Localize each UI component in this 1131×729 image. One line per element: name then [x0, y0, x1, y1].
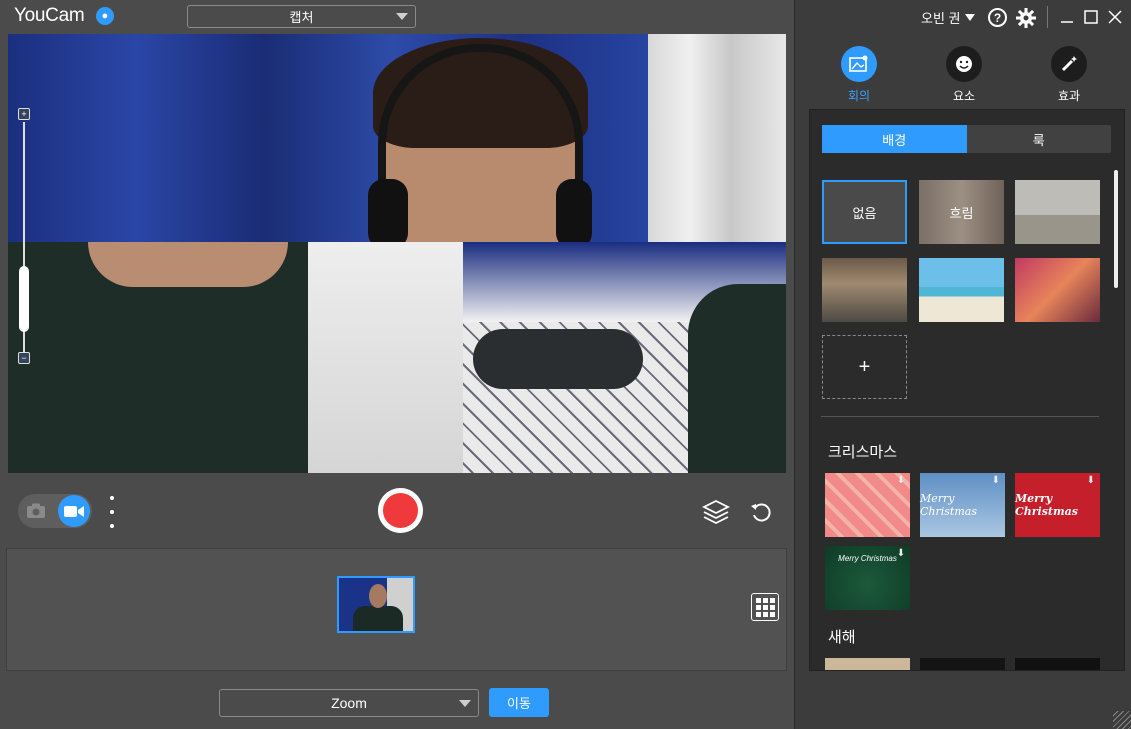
- more-options-icon[interactable]: [108, 496, 116, 528]
- bg-blur[interactable]: 흐림: [919, 180, 1004, 244]
- minimize-icon[interactable]: [1055, 5, 1079, 29]
- panel-tabs: 회의 요소 효과: [795, 44, 1131, 106]
- app-logo: YouCam: [14, 5, 85, 26]
- notification-bell-icon[interactable]: ●: [96, 7, 114, 25]
- toolbar-divider: [1047, 6, 1048, 28]
- zoom-handle[interactable]: [19, 266, 29, 332]
- magic-wand-icon: [1051, 46, 1087, 82]
- record-icon: [383, 493, 418, 528]
- preview-segment-chin: [88, 242, 288, 287]
- download-icon: ⬇: [896, 548, 906, 559]
- capture-mode-value: 캡처: [289, 10, 314, 25]
- tab-meeting-label: 회의: [847, 89, 871, 103]
- christmas-label: Merry Christmas: [838, 554, 897, 563]
- go-button[interactable]: 이동: [489, 688, 549, 717]
- bg-autumn-tree[interactable]: [1015, 258, 1100, 322]
- panel-scrollbar[interactable]: [1114, 170, 1118, 288]
- bg-new-year-3[interactable]: [1015, 658, 1100, 670]
- destination-value: Zoom: [331, 695, 367, 711]
- thumbnail-body: [353, 606, 403, 631]
- bg-christmas-red[interactable]: Merry Christmas ⬇: [1015, 473, 1100, 537]
- resize-grip[interactable]: [1113, 711, 1131, 729]
- youcam-window: YouCam ● 캡처 + − Zoom 이동 오빈 권 ? 회의 요소 효과 …: [0, 0, 1131, 729]
- background-panel: 배경 룩 없음 흐림 + 크리스마스 ⬇ Merry Christmas ⬇ Me…: [809, 109, 1125, 671]
- preview-clothes: [473, 329, 643, 389]
- photo-video-toggle[interactable]: [18, 494, 92, 528]
- tab-elements-label: 요소: [952, 89, 976, 103]
- section-divider: [821, 416, 1099, 417]
- bg-new-year-1[interactable]: [825, 658, 910, 670]
- zoom-in-button[interactable]: +: [18, 108, 30, 120]
- user-menu[interactable]: 오빈 권: [921, 8, 975, 27]
- bg-none[interactable]: 없음: [822, 180, 907, 244]
- download-icon: ⬇: [896, 475, 906, 486]
- download-icon: ⬇: [1086, 475, 1096, 486]
- section-title-christmas: 크리스마스: [828, 444, 898, 461]
- bg-cafe[interactable]: [822, 258, 907, 322]
- close-icon[interactable]: [1103, 5, 1127, 29]
- preview-segment-shoulder: [688, 284, 786, 473]
- record-button[interactable]: [378, 488, 423, 533]
- chevron-down-icon: [396, 13, 408, 20]
- bg-living-room[interactable]: [1015, 180, 1100, 244]
- user-name: 오빈 권: [921, 11, 961, 26]
- layers-icon[interactable]: [701, 499, 731, 525]
- bg-new-year-2[interactable]: [920, 658, 1005, 670]
- captured-thumbnail[interactable]: [337, 576, 415, 633]
- tab-effects-label: 효과: [1057, 89, 1081, 103]
- capture-mode-select[interactable]: 캡처: [187, 5, 416, 28]
- help-icon[interactable]: ?: [988, 8, 1007, 27]
- zoom-slider[interactable]: + −: [17, 108, 31, 368]
- maximize-icon[interactable]: [1079, 5, 1103, 29]
- segment-background[interactable]: 배경: [822, 125, 967, 153]
- section-title-new-year: 새해: [828, 629, 856, 646]
- headphone-left: [368, 179, 408, 249]
- video-camera-icon[interactable]: [58, 495, 90, 527]
- sticker-icon: [946, 46, 982, 82]
- segment-control: 배경 룩: [822, 125, 1111, 153]
- destination-select[interactable]: Zoom: [219, 689, 479, 717]
- gear-icon[interactable]: [1015, 7, 1037, 29]
- christmas-label: Merry Christmas: [920, 492, 977, 518]
- bg-christmas-cookies[interactable]: ⬇: [825, 473, 910, 537]
- christmas-label: Merry Christmas: [1015, 492, 1078, 518]
- side-panel: 오빈 권 ? 회의 요소 효과 배경 룩 없음 흐림 + 크리스마스 ⬇ Mer…: [794, 0, 1131, 729]
- meeting-icon: [841, 46, 877, 82]
- camera-icon[interactable]: [24, 500, 48, 522]
- tab-meeting[interactable]: 회의: [824, 44, 894, 106]
- chevron-down-icon: [459, 700, 471, 707]
- thumbnail-head: [369, 584, 387, 608]
- zoom-out-button[interactable]: −: [18, 352, 30, 364]
- bg-christmas-wreath[interactable]: Merry Christmas ⬇: [825, 546, 910, 610]
- undo-icon[interactable]: [749, 500, 773, 524]
- headphone-right: [556, 179, 592, 249]
- grid-view-icon[interactable]: [751, 593, 779, 621]
- tab-effects[interactable]: 효과: [1034, 44, 1104, 106]
- main-area: YouCam ● 캡처 + − Zoom 이동: [0, 0, 794, 729]
- download-icon: ⬇: [991, 475, 1001, 486]
- segment-look[interactable]: 룩: [967, 125, 1112, 153]
- bg-beach[interactable]: [919, 258, 1004, 322]
- capture-tray: [6, 548, 787, 671]
- chevron-down-icon: [964, 14, 975, 21]
- bg-christmas-snow[interactable]: Merry Christmas ⬇: [920, 473, 1005, 537]
- add-background-button[interactable]: +: [822, 335, 907, 399]
- camera-preview[interactable]: [8, 34, 786, 473]
- tab-elements[interactable]: 요소: [929, 44, 999, 106]
